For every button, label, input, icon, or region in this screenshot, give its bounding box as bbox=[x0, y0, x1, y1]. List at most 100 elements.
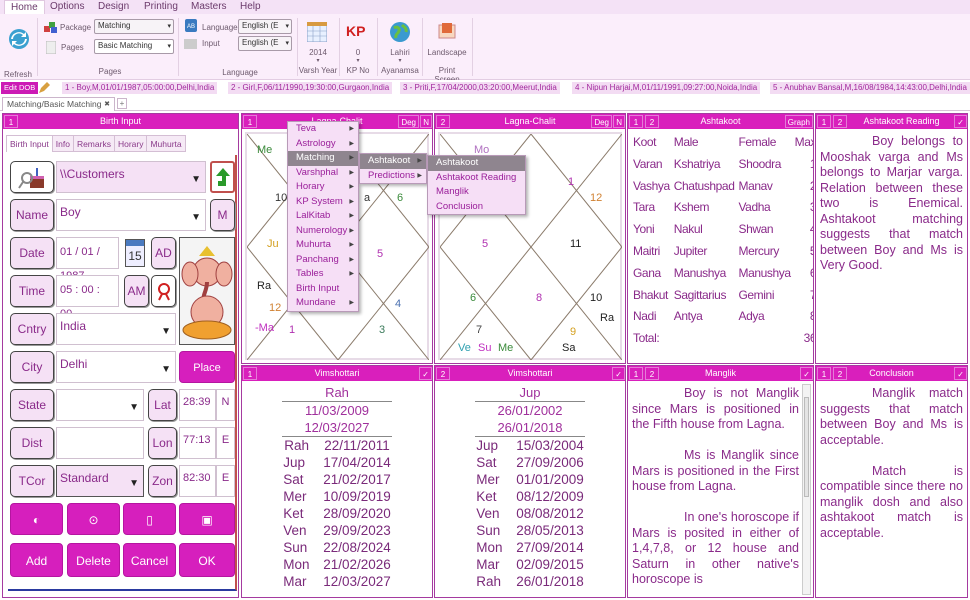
new-file-button[interactable]: ▯ bbox=[123, 503, 176, 535]
package-select[interactable]: Matching ▾ bbox=[94, 19, 174, 34]
menu-item-ashtakoot[interactable]: Ashtakoot bbox=[428, 156, 525, 171]
ok-button[interactable]: OK bbox=[179, 543, 235, 577]
pages-select[interactable]: Basic Matching ▾ bbox=[94, 39, 174, 54]
graph-button[interactable]: Graph bbox=[784, 115, 813, 128]
date-input[interactable]: 01 / 01 / 1987 bbox=[56, 237, 119, 282]
person-chip[interactable]: 5 - Anubhav Bansal,M,16/08/1984,14:43:00… bbox=[770, 82, 970, 94]
ayanamsa-button[interactable]: Lahiri ▾ Ayanamsa bbox=[380, 20, 420, 78]
menu-item-numerology[interactable]: Numerology ▶ bbox=[288, 224, 358, 239]
pencil-icon[interactable] bbox=[38, 82, 50, 94]
scrollbar-thumb[interactable] bbox=[804, 397, 809, 497]
place-finder-button[interactable]: Place Finder bbox=[179, 351, 235, 406]
menu-item-ashtakoot[interactable]: Ashtakoot ▶ bbox=[360, 154, 426, 169]
lon-button[interactable]: Lon bbox=[148, 427, 177, 459]
city-select[interactable]: Delhi ▼ bbox=[56, 351, 176, 383]
dist-label-button[interactable]: Dist bbox=[10, 427, 54, 459]
folder-select[interactable]: \\Customers ▼ bbox=[56, 161, 206, 193]
person-chip[interactable]: 2 - Girl,F,06/11/1990,19:30:00,Gurgaon,I… bbox=[228, 82, 393, 94]
tcor-label-button[interactable]: TCor bbox=[10, 465, 54, 497]
tab-muhurta[interactable]: Muhurta bbox=[146, 135, 186, 152]
date-label-button[interactable]: Date bbox=[10, 237, 54, 269]
lon-direction[interactable]: E bbox=[216, 427, 235, 459]
target-button[interactable]: ⊙ bbox=[67, 503, 120, 535]
menu-home[interactable]: Home bbox=[4, 0, 45, 14]
degree-button[interactable]: Deg bbox=[398, 115, 419, 128]
menu-design[interactable]: Design bbox=[98, 1, 129, 12]
person-chip[interactable]: 3 - Priti,F,17/04/2000,03:20:00,Meerut,I… bbox=[400, 82, 560, 94]
menu-masters[interactable]: Masters bbox=[191, 1, 227, 12]
menu-item-birth-input[interactable]: Birth Input bbox=[288, 282, 358, 297]
north-button[interactable]: N bbox=[613, 115, 625, 128]
back-up-button[interactable] bbox=[210, 161, 235, 193]
check-icon[interactable]: ✓ bbox=[954, 367, 967, 380]
country-select[interactable]: India ▼ bbox=[56, 313, 176, 345]
check-icon[interactable]: ✓ bbox=[612, 367, 625, 380]
check-icon[interactable]: ✓ bbox=[800, 367, 813, 380]
menu-item-muhurta[interactable]: Muhurta ▶ bbox=[288, 238, 358, 253]
lat-direction[interactable]: N bbox=[216, 389, 235, 421]
zone-direction[interactable]: E bbox=[216, 465, 235, 497]
menu-item-lalkitab[interactable]: LalKitab ▶ bbox=[288, 209, 358, 224]
district-input[interactable] bbox=[56, 427, 144, 459]
north-button[interactable]: N bbox=[420, 115, 432, 128]
state-label-button[interactable]: State bbox=[10, 389, 54, 421]
name-label-button[interactable]: Name bbox=[10, 199, 54, 231]
close-icon[interactable]: ✖ bbox=[104, 98, 110, 111]
check-icon[interactable]: ✓ bbox=[954, 115, 967, 128]
menu-item-kp-system[interactable]: KP System ▶ bbox=[288, 195, 358, 210]
zone-value[interactable]: 82:30 bbox=[179, 465, 216, 497]
person-chip[interactable]: 4 - Nipun Harjai,M,01/11/1991,09:27:00,N… bbox=[572, 82, 761, 94]
language-select[interactable]: English (E ▾ bbox=[238, 19, 292, 34]
check-icon[interactable]: ✓ bbox=[419, 367, 432, 380]
person-chip[interactable]: 1 - Boy,M,01/01/1987,05:00:00,Delhi,Indi… bbox=[62, 82, 218, 94]
menu-item-astrology[interactable]: Astrology ▶ bbox=[288, 137, 358, 152]
zone-button[interactable]: Zon bbox=[148, 465, 177, 497]
menu-item-mundane[interactable]: Mundane ▶ bbox=[288, 296, 358, 311]
search-person-button[interactable] bbox=[10, 161, 54, 193]
menu-item-conclusion[interactable]: Conclusion bbox=[428, 200, 525, 215]
menu-item-manglik[interactable]: Manglik bbox=[428, 185, 525, 200]
scrollbar[interactable] bbox=[802, 384, 811, 595]
lat-button[interactable]: Lat bbox=[148, 389, 177, 421]
menu-item-predictions[interactable]: Predictions ▶ bbox=[360, 169, 426, 184]
menu-options[interactable]: Options bbox=[50, 1, 84, 12]
add-tab-button[interactable]: + bbox=[117, 98, 127, 109]
country-label-button[interactable]: Cntry bbox=[10, 313, 54, 345]
lon-value[interactable]: 77:13 bbox=[179, 427, 216, 459]
refresh-button[interactable]: Refresh bbox=[3, 22, 33, 79]
lat-value[interactable]: 28:39 bbox=[179, 389, 216, 421]
add-button[interactable]: Add bbox=[10, 543, 63, 577]
calendar-button[interactable]: 15 bbox=[125, 239, 145, 267]
menu-item-panchang[interactable]: Panchang ▶ bbox=[288, 253, 358, 268]
name-select[interactable]: Boy ▼ bbox=[56, 199, 206, 231]
menu-printing[interactable]: Printing bbox=[144, 1, 178, 12]
time-label-button[interactable]: Time bbox=[10, 275, 54, 307]
kp-no-button[interactable]: KP 0 ▾ KP No bbox=[342, 20, 374, 78]
state-select[interactable]: ▼ bbox=[56, 389, 144, 421]
print-screen-button[interactable]: Landscape Print Screen bbox=[425, 20, 469, 84]
tab-horary[interactable]: Horary bbox=[113, 135, 148, 152]
save-button[interactable]: ▣ bbox=[179, 503, 235, 535]
input-select[interactable]: English (E ▾ bbox=[238, 36, 292, 51]
globe-button[interactable]: ◐ bbox=[10, 503, 63, 535]
city-label-button[interactable]: City bbox=[10, 351, 54, 383]
delete-button[interactable]: Delete bbox=[67, 543, 120, 577]
am-pm-button[interactable]: AM bbox=[124, 275, 149, 307]
varsh-year-button[interactable]: 2014 ▾ Varsh Year bbox=[299, 20, 337, 78]
gender-button[interactable]: M bbox=[210, 199, 235, 231]
time-input[interactable]: 05 : 00 : 00 bbox=[56, 275, 119, 320]
time-correction-select[interactable]: Standard ▼ bbox=[56, 465, 144, 497]
edit-dob-button[interactable]: Edit DOB bbox=[1, 82, 39, 94]
menu-help[interactable]: Help bbox=[240, 1, 261, 12]
tab-remarks[interactable]: Remarks bbox=[72, 135, 115, 152]
ad-button[interactable]: AD bbox=[151, 237, 176, 269]
tab-birth-input[interactable]: Birth Input bbox=[6, 135, 53, 152]
menu-item-horary[interactable]: Horary ▶ bbox=[288, 180, 358, 195]
menu-item-varshphal[interactable]: Varshphal ▶ bbox=[288, 166, 358, 181]
tab-matching-basic[interactable]: Matching/Basic Matching ✖ bbox=[2, 97, 115, 111]
degree-button[interactable]: Deg bbox=[591, 115, 612, 128]
menu-item-ashtakoot-reading[interactable]: Ashtakoot Reading bbox=[428, 171, 525, 186]
menu-item-matching[interactable]: Matching ▶ bbox=[288, 151, 358, 166]
menu-item-teva[interactable]: Teva ▶ bbox=[288, 122, 358, 137]
menu-item-tables[interactable]: Tables ▶ bbox=[288, 267, 358, 282]
